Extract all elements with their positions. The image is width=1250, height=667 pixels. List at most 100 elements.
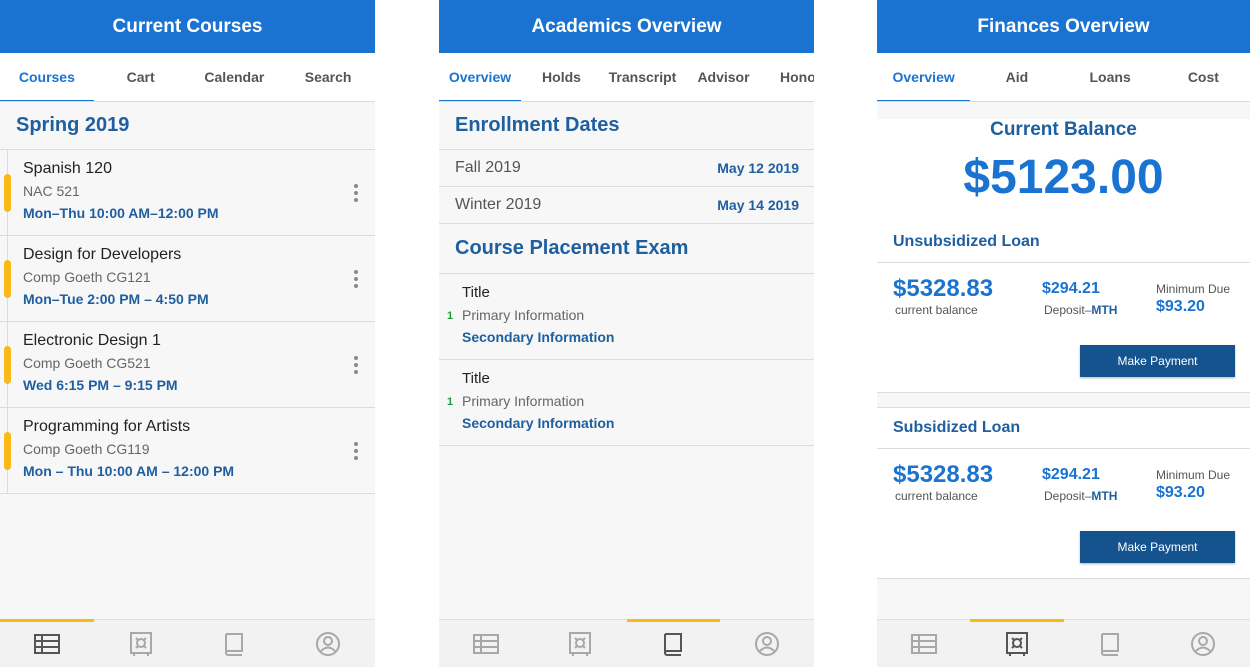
list-icon xyxy=(910,630,938,658)
profile-icon xyxy=(314,630,342,658)
more-options-icon[interactable] xyxy=(353,270,359,290)
term-name: Winter 2019 xyxy=(455,196,542,213)
course-status-bar xyxy=(4,346,11,384)
nav-item-list[interactable] xyxy=(877,620,970,667)
make-payment-button[interactable]: Make Payment xyxy=(1080,345,1235,377)
nav-item-safe[interactable] xyxy=(970,619,1064,667)
balance-amount: $5123.00 xyxy=(963,151,1164,204)
tab-overview[interactable]: Overview xyxy=(877,53,971,101)
nav-item-list[interactable] xyxy=(439,620,533,667)
loan-card: $5328.83 current balance $294.21 Deposit… xyxy=(877,263,1250,393)
course-name: Programming for Artists xyxy=(23,418,191,435)
tab-advisor[interactable]: Advisor xyxy=(683,53,764,101)
course-room: Comp Goeth CG121 xyxy=(23,269,151,285)
minimum-due-label: Minimum Due xyxy=(1156,468,1231,482)
exam-primary-info: Primary Information xyxy=(462,307,585,323)
loan-balance: $5328.83 xyxy=(893,461,994,488)
more-options-icon[interactable] xyxy=(353,184,359,204)
course-item[interactable]: Programming for Artists Comp Goeth CG119… xyxy=(0,408,375,494)
deposit-label: Deposit–MTH xyxy=(1044,303,1118,317)
deposit-amount: $294.21 xyxy=(1042,280,1100,297)
bottom-nav xyxy=(877,619,1250,667)
loan-balance: $5328.83 xyxy=(893,275,994,302)
course-name: Electronic Design 1 xyxy=(23,332,161,349)
page-title: Academics Overview xyxy=(439,0,814,53)
make-payment-button[interactable]: Make Payment xyxy=(1080,531,1235,563)
tab-bar: Overview Aid Loans Cost xyxy=(877,53,1250,102)
nav-item-book[interactable] xyxy=(626,619,721,667)
enrollment-row: Winter 2019 May 14 2019 xyxy=(439,187,814,224)
nav-item-safe[interactable] xyxy=(533,620,627,667)
course-time: Wed 6:15 PM – 9:15 PM xyxy=(23,377,178,393)
nav-item-book[interactable] xyxy=(1064,620,1157,667)
list-icon xyxy=(472,630,500,658)
exam-item[interactable]: 1 Title Primary Information Secondary In… xyxy=(439,360,814,446)
exam-title: Title xyxy=(462,284,490,301)
minimum-due-value: $93.20 xyxy=(1156,484,1205,501)
tab-overview[interactable]: Overview xyxy=(439,53,521,101)
course-item[interactable]: Electronic Design 1 Comp Goeth CG521 Wed… xyxy=(0,322,375,408)
loan-card: $5328.83 current balance $294.21 Deposit… xyxy=(877,449,1250,579)
course-time: Mon – Thu 10:00 AM – 12:00 PM xyxy=(23,463,235,479)
balance-label: Current Balance xyxy=(990,119,1137,140)
tab-search[interactable]: Search xyxy=(281,53,375,101)
nav-item-profile[interactable] xyxy=(281,620,375,667)
enrollment-heading: Enrollment Dates xyxy=(439,102,814,150)
safe-icon xyxy=(1003,630,1031,658)
profile-icon xyxy=(753,630,781,658)
nav-item-book[interactable] xyxy=(188,620,282,667)
loan-title: Subsidized Loan xyxy=(877,407,1250,449)
exam-heading: Course Placement Exam xyxy=(439,224,814,274)
tab-courses[interactable]: Courses xyxy=(0,53,94,101)
course-name: Design for Developers xyxy=(23,246,182,263)
course-room: NAC 521 xyxy=(23,183,80,199)
tab-holds[interactable]: Holds xyxy=(521,53,602,101)
tab-honors[interactable]: Honors xyxy=(764,53,814,101)
nav-item-safe[interactable] xyxy=(94,620,188,667)
safe-icon xyxy=(566,630,594,658)
more-options-icon[interactable] xyxy=(353,356,359,376)
course-item[interactable]: Design for Developers Comp Goeth CG121 M… xyxy=(0,236,375,322)
enrollment-date: May 14 2019 xyxy=(717,197,799,213)
term-name: Fall 2019 xyxy=(455,159,521,176)
page-title: Finances Overview xyxy=(877,0,1250,53)
course-time: Mon–Thu 10:00 AM–12:00 PM xyxy=(23,205,219,221)
course-status-bar xyxy=(4,432,11,470)
enrollment-date: May 12 2019 xyxy=(717,160,799,176)
book-icon xyxy=(659,630,687,658)
nav-item-list[interactable] xyxy=(0,619,94,667)
nav-item-profile[interactable] xyxy=(720,620,814,667)
exam-secondary-info: Secondary Information xyxy=(462,329,615,345)
safe-icon xyxy=(127,630,155,658)
more-options-icon[interactable] xyxy=(353,442,359,462)
tab-cost[interactable]: Cost xyxy=(1157,53,1250,101)
book-icon xyxy=(1096,630,1124,658)
academics-screen: Academics Overview Overview Holds Transc… xyxy=(439,0,814,667)
course-name: Spanish 120 xyxy=(23,160,112,177)
enrollment-row: Fall 2019 May 12 2019 xyxy=(439,150,814,187)
course-room: Comp Goeth CG521 xyxy=(23,355,151,371)
course-item[interactable]: Spanish 120 NAC 521 Mon–Thu 10:00 AM–12:… xyxy=(0,150,375,236)
exam-primary-info: Primary Information xyxy=(462,393,585,409)
exam-item[interactable]: 1 Title Primary Information Secondary In… xyxy=(439,274,814,360)
course-status-bar xyxy=(4,260,11,298)
list-icon xyxy=(33,630,61,658)
nav-item-profile[interactable] xyxy=(1157,620,1250,667)
courses-screen: Current Courses Courses Cart Calendar Se… xyxy=(0,0,375,667)
minimum-due-value: $93.20 xyxy=(1156,298,1205,315)
tab-calendar[interactable]: Calendar xyxy=(188,53,282,101)
course-time: Mon–Tue 2:00 PM – 4:50 PM xyxy=(23,291,209,307)
tab-cart[interactable]: Cart xyxy=(94,53,188,101)
page-title: Current Courses xyxy=(0,0,375,53)
course-room: Comp Goeth CG119 xyxy=(23,441,150,457)
deposit-label: Deposit–MTH xyxy=(1044,489,1118,503)
exam-title: Title xyxy=(462,370,490,387)
finances-screen: Finances Overview Overview Aid Loans Cos… xyxy=(877,0,1250,667)
tab-bar: Courses Cart Calendar Search xyxy=(0,53,375,102)
tab-aid[interactable]: Aid xyxy=(970,53,1063,101)
tab-loans[interactable]: Loans xyxy=(1064,53,1157,101)
bottom-nav xyxy=(0,619,375,667)
tab-transcript[interactable]: Transcript xyxy=(602,53,683,101)
profile-icon xyxy=(1189,630,1217,658)
loan-balance-label: current balance xyxy=(895,489,978,503)
